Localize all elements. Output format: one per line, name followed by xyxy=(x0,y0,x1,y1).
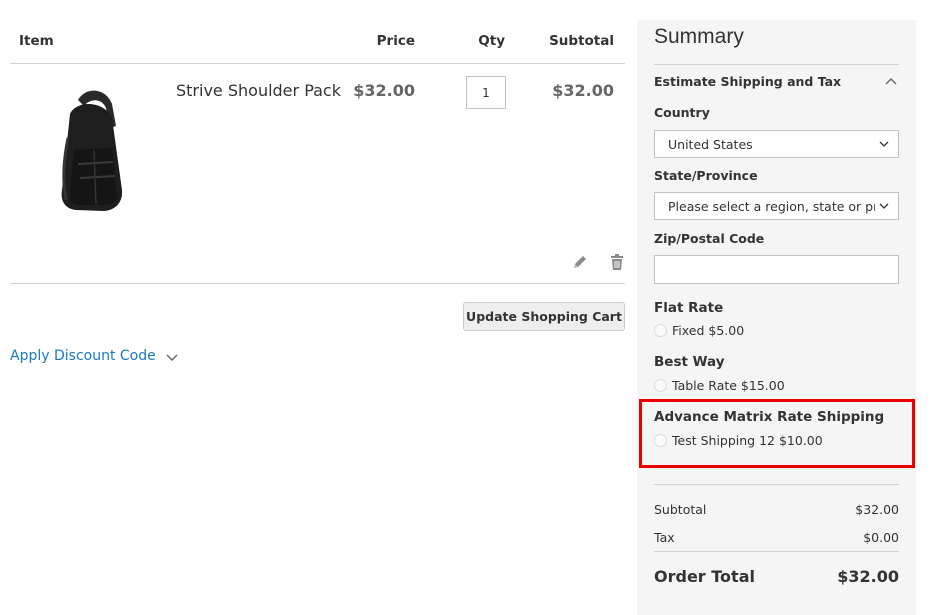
pencil-icon[interactable] xyxy=(571,253,589,271)
estimate-shipping-toggle[interactable]: Estimate Shipping and Tax xyxy=(654,74,899,94)
state-select[interactable]: Please select a region, state or provinc… xyxy=(654,192,899,220)
chevron-down-icon xyxy=(879,141,889,147)
chevron-down-icon[interactable] xyxy=(166,354,178,362)
state-select-value: Please select a region, state or provinc… xyxy=(668,199,875,214)
divider xyxy=(654,484,899,485)
apply-discount-label[interactable]: Apply Discount Code xyxy=(10,348,156,364)
order-total-row: Order Total $32.00 xyxy=(654,567,899,586)
summary-title: Summary xyxy=(654,25,744,48)
product-name[interactable]: Strive Shoulder Pack xyxy=(176,81,341,100)
item-price: $32.00 xyxy=(353,81,415,100)
flat-rate-radio[interactable] xyxy=(654,324,667,337)
order-total-label: Order Total xyxy=(654,567,755,586)
best-way-option-label[interactable]: Table Rate $15.00 xyxy=(672,378,785,393)
apply-discount-toggle[interactable]: Apply Discount Code xyxy=(10,348,178,364)
cart-table-header: Item Price Qty Subtotal xyxy=(10,20,625,64)
tax-row: Tax $0.00 xyxy=(654,530,899,545)
subtotal-value: $32.00 xyxy=(855,502,899,517)
header-price: Price xyxy=(376,33,415,49)
order-summary: Summary Estimate Shipping and Tax Countr… xyxy=(637,20,916,615)
subtotal-row: Subtotal $32.00 xyxy=(654,502,899,517)
best-way-title: Best Way xyxy=(654,354,725,370)
highlight-annotation-box xyxy=(639,399,915,468)
flat-rate-option-label[interactable]: Fixed $5.00 xyxy=(672,323,744,338)
best-way-radio[interactable] xyxy=(654,379,667,392)
state-label: State/Province xyxy=(654,168,758,183)
header-subtotal: Subtotal xyxy=(549,33,614,49)
chevron-up-icon[interactable] xyxy=(885,77,897,85)
flat-rate-option[interactable]: Fixed $5.00 xyxy=(654,323,744,338)
divider xyxy=(654,551,899,552)
flat-rate-title: Flat Rate xyxy=(654,300,724,316)
header-item: Item xyxy=(19,33,54,49)
item-subtotal: $32.00 xyxy=(552,81,614,100)
zip-input[interactable] xyxy=(654,255,899,284)
best-way-option[interactable]: Table Rate $15.00 xyxy=(654,378,785,393)
cart-item-row: Strive Shoulder Pack $32.00 $32.00 xyxy=(10,64,625,284)
tax-label: Tax xyxy=(654,530,675,545)
qty-input[interactable] xyxy=(466,76,506,109)
tax-value: $0.00 xyxy=(863,530,899,545)
cart-table: Item Price Qty Subtotal Strive Shoulder … xyxy=(10,20,625,284)
product-image[interactable] xyxy=(20,78,152,223)
subtotal-label: Subtotal xyxy=(654,502,707,517)
country-select-value: United States xyxy=(668,137,753,152)
country-select[interactable]: United States xyxy=(654,130,899,158)
chevron-down-icon xyxy=(879,203,889,209)
trash-icon[interactable] xyxy=(608,253,626,271)
header-qty: Qty xyxy=(478,33,505,49)
order-total-value: $32.00 xyxy=(837,567,899,586)
zip-label: Zip/Postal Code xyxy=(654,231,765,246)
estimate-shipping-title[interactable]: Estimate Shipping and Tax xyxy=(654,74,841,89)
update-cart-button[interactable]: Update Shopping Cart xyxy=(463,302,625,331)
divider xyxy=(654,64,899,65)
country-label: Country xyxy=(654,105,710,120)
